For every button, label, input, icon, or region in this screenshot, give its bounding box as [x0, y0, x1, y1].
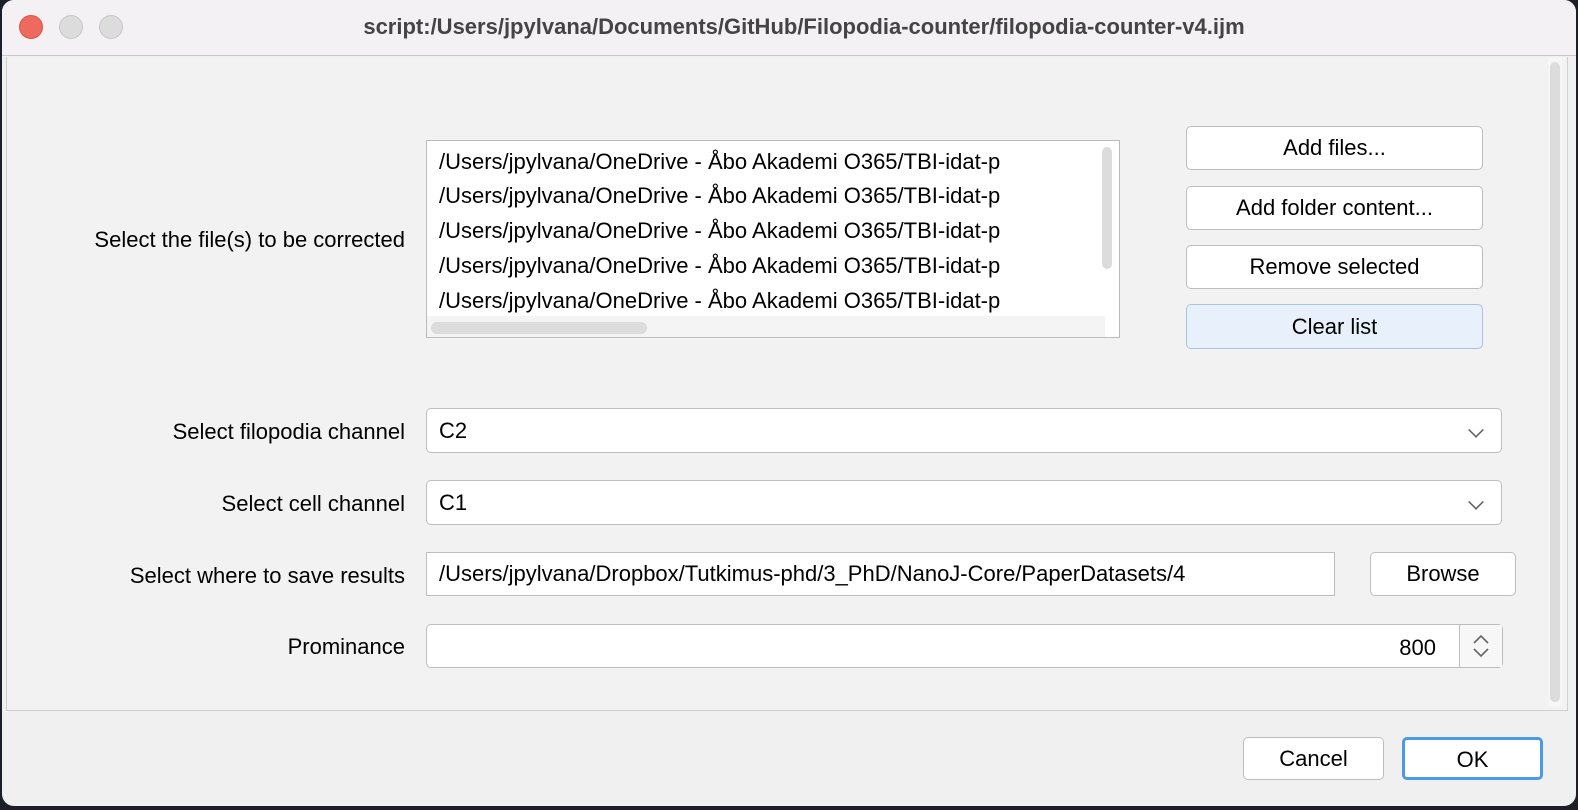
clear-list-button[interactable]: Clear list: [1186, 304, 1483, 349]
filopodia-channel-label: Select filopodia channel: [172, 419, 405, 444]
browse-button[interactable]: Browse: [1370, 552, 1516, 596]
ok-button[interactable]: OK: [1402, 737, 1543, 780]
cell-channel-select[interactable]: C1: [426, 480, 1502, 525]
file-list[interactable]: /Users/jpylvana/OneDrive - Åbo Akademi O…: [426, 140, 1120, 338]
list-item[interactable]: /Users/jpylvana/OneDrive - Åbo Akademi O…: [439, 288, 1000, 314]
stepper-arrows[interactable]: [1459, 625, 1502, 667]
cancel-button[interactable]: Cancel: [1243, 737, 1384, 780]
chevron-down-icon: [1468, 422, 1484, 438]
list-horizontal-thumb[interactable]: [431, 322, 647, 334]
remove-selected-button[interactable]: Remove selected: [1186, 245, 1483, 289]
title-bar: script:/Users/jpylvana/Documents/GitHub/…: [2, 0, 1576, 56]
window-title: script:/Users/jpylvana/Documents/GitHub/…: [363, 14, 1245, 39]
prominance-label: Prominance: [287, 634, 405, 659]
filopodia-channel-select[interactable]: C2: [426, 408, 1502, 453]
panel-scrollbar-thumb[interactable]: [1550, 62, 1560, 702]
prominance-value: 800: [1399, 635, 1436, 660]
list-item[interactable]: /Users/jpylvana/OneDrive - Åbo Akademi O…: [439, 183, 1000, 209]
chevron-up-down-icon: [1473, 634, 1489, 658]
add-folder-content-button[interactable]: Add folder content...: [1186, 186, 1483, 230]
list-item[interactable]: /Users/jpylvana/OneDrive - Åbo Akademi O…: [439, 253, 1000, 279]
save-location-input[interactable]: /Users/jpylvana/Dropbox/Tutkimus-phd/3_P…: [426, 552, 1335, 596]
list-item[interactable]: /Users/jpylvana/OneDrive - Åbo Akademi O…: [439, 218, 1000, 244]
list-vertical-thumb[interactable]: [1102, 147, 1112, 269]
cell-channel-label: Select cell channel: [221, 491, 405, 516]
files-label: Select the file(s) to be corrected: [94, 227, 405, 252]
chevron-down-icon: [1468, 494, 1484, 510]
add-files-button[interactable]: Add files...: [1186, 126, 1483, 170]
save-location-label: Select where to save results: [129, 563, 405, 588]
list-item[interactable]: /Users/jpylvana/OneDrive - Åbo Akademi O…: [439, 149, 1000, 175]
cell-channel-value: C1: [439, 490, 468, 515]
dialog-window: script:/Users/jpylvana/Documents/GitHub/…: [2, 0, 1576, 806]
prominance-stepper[interactable]: 800: [426, 624, 1503, 668]
filopodia-channel-value: C2: [439, 418, 468, 443]
